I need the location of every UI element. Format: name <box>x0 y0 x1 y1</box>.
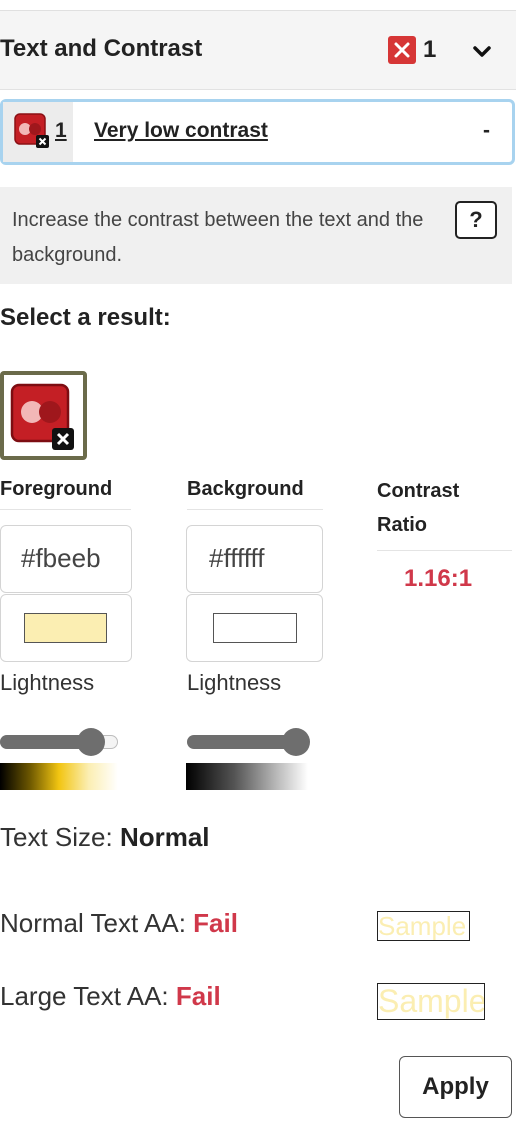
contrast-error-icon <box>14 113 49 148</box>
foreground-lightness-handle[interactable] <box>77 728 105 756</box>
issue-title-link[interactable]: Very low contrast <box>94 119 268 143</box>
section-header[interactable]: Text and Contrast 1 <box>0 11 516 90</box>
foreground-swatch <box>24 613 107 643</box>
foreground-color-picker[interactable] <box>0 594 132 662</box>
background-lightness-gradient <box>186 763 308 790</box>
foreground-lightness-gradient <box>0 763 118 790</box>
contrast-ratio-value: 1.16:1 <box>404 565 473 592</box>
error-badge <box>388 36 416 64</box>
normal-text-aa-result: Fail <box>193 908 238 938</box>
text-size-row: Text Size: Normal <box>0 822 210 853</box>
text-size-label: Text Size: <box>0 822 113 852</box>
x-icon <box>394 42 410 58</box>
contrast-ratio-header: Contrast Ratio <box>377 474 512 551</box>
help-button[interactable]: ? <box>455 201 497 239</box>
background-swatch <box>213 613 297 643</box>
help-text: Increase the contrast between the text a… <box>12 209 424 266</box>
normal-text-aa-label: Normal Text AA: <box>0 908 186 938</box>
issue-trailing: - <box>483 119 490 142</box>
normal-text-sample: Sample <box>377 911 470 941</box>
section-title: Text and Contrast <box>0 35 203 62</box>
issue-row[interactable]: 1 Very low contrast - <box>0 99 515 165</box>
help-panel: Increase the contrast between the text a… <box>0 187 512 284</box>
chevron-down-icon[interactable] <box>472 44 492 60</box>
background-header: Background <box>187 478 323 510</box>
error-count: 1 <box>423 36 437 63</box>
apply-button[interactable]: Apply <box>399 1056 512 1118</box>
text-size-value: Normal <box>119 822 210 852</box>
large-text-aa-label: Large Text AA: <box>0 981 169 1011</box>
background-hex-input[interactable]: #ffffff <box>186 525 323 593</box>
background-lightness-label: Lightness <box>187 670 282 695</box>
large-text-aa-result: Fail <box>175 981 221 1011</box>
foreground-lightness-label: Lightness <box>0 670 95 695</box>
background-lightness-handle[interactable] <box>282 728 310 756</box>
select-result-label: Select a result: <box>0 304 171 331</box>
foreground-header: Foreground <box>0 478 131 510</box>
foreground-hex-input[interactable]: #fbeeb <box>0 525 132 593</box>
large-text-sample: Sample <box>377 983 485 1020</box>
background-color-picker[interactable] <box>186 594 323 662</box>
result-thumbnail[interactable] <box>0 371 87 460</box>
contrast-error-icon <box>10 383 74 450</box>
normal-text-aa-row: Normal Text AA: Fail <box>0 908 238 939</box>
large-text-aa-row: Large Text AA: Fail <box>0 981 221 1012</box>
issue-number[interactable]: 1 <box>55 119 67 143</box>
